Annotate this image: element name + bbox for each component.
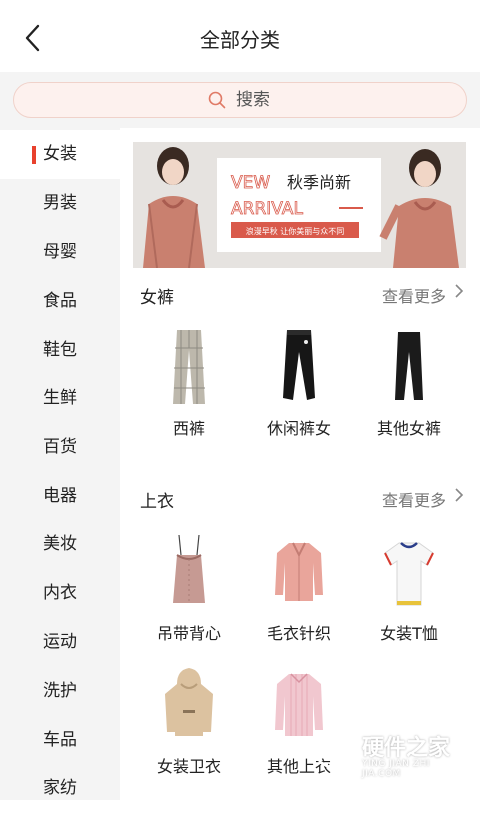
sidebar-item-label: 鞋包 bbox=[43, 340, 77, 360]
sidebar-item-label: 母婴 bbox=[43, 242, 77, 262]
search-bar-area: 搜索 bbox=[0, 72, 480, 128]
view-more-tops[interactable]: 查看更多 bbox=[382, 487, 446, 511]
sidebar-item-label: 家纺 bbox=[43, 778, 77, 798]
sidebar-item-label: 美妆 bbox=[43, 534, 77, 554]
category-sidebar: 女装 男装 母婴 食品 鞋包 生鲜 百货 电器 美妆 内衣 运动 洗护 车品 家… bbox=[0, 128, 120, 800]
category-hoodie[interactable]: 女装卫衣 bbox=[134, 666, 244, 786]
sidebar-item-shoes-bags[interactable]: 鞋包 bbox=[0, 326, 120, 375]
category-camisole[interactable]: 吊带背心 bbox=[134, 533, 244, 653]
banner-artwork: VEW 秋季尚新 ARRIVAL 浪漫早秋 让你美丽与众不同 bbox=[133, 142, 466, 268]
active-indicator bbox=[32, 146, 36, 164]
category-casual-pants[interactable]: 休闲裤女 bbox=[244, 328, 354, 448]
watermark-logo-icon bbox=[318, 730, 358, 774]
plaid-trousers-icon bbox=[173, 330, 205, 404]
sidebar-item-label: 男装 bbox=[43, 193, 77, 213]
black-joggers-icon bbox=[283, 330, 315, 400]
category-label: 其他女裤 bbox=[376, 419, 441, 438]
category-sweater[interactable]: 毛衣针织 bbox=[244, 533, 354, 653]
banner-tagline: 浪漫早秋 让你美丽与众不同 bbox=[246, 226, 345, 236]
sidebar-item-label: 电器 bbox=[43, 486, 77, 506]
watermark-url: YING JIAN ZHI JIA.COM bbox=[362, 759, 430, 779]
view-more-pants[interactable]: 查看更多 bbox=[382, 283, 446, 307]
page-title: 全部分类 bbox=[200, 28, 280, 52]
black-pants-icon bbox=[395, 332, 423, 400]
banner-subheadline: ARRIVAL bbox=[231, 199, 303, 219]
header: 全部分类 bbox=[0, 0, 480, 72]
sidebar-item-label: 女装 bbox=[43, 144, 77, 164]
sidebar-item-label: 洗护 bbox=[43, 681, 77, 701]
watermark-name: 硬件之家 bbox=[362, 736, 451, 761]
sidebar-item-care[interactable]: 洗护 bbox=[0, 667, 120, 716]
camisole-icon bbox=[173, 534, 205, 603]
category-label: 毛衣针织 bbox=[266, 624, 331, 643]
category-dress-pants[interactable]: 西裤 bbox=[134, 328, 244, 448]
sidebar-item-underwear[interactable]: 内衣 bbox=[0, 569, 120, 618]
category-other-pants[interactable]: 其他女裤 bbox=[354, 328, 464, 448]
sidebar-item-men[interactable]: 男装 bbox=[0, 179, 120, 228]
sidebar-item-beauty[interactable]: 美妆 bbox=[0, 520, 120, 569]
banner-headline-left: VEW bbox=[231, 173, 270, 193]
sidebar-item-label: 车品 bbox=[43, 730, 77, 750]
pink-cardigan-icon bbox=[275, 542, 323, 601]
search-input[interactable]: 搜索 bbox=[13, 82, 467, 118]
section-title-pants: 女裤 bbox=[140, 288, 174, 308]
category-label: 西裤 bbox=[172, 419, 205, 438]
category-tshirt[interactable]: 女装T恤 bbox=[354, 533, 464, 653]
white-tshirt-icon bbox=[384, 542, 434, 606]
sidebar-item-label: 生鲜 bbox=[43, 388, 77, 408]
chevron-right-icon[interactable] bbox=[453, 283, 465, 299]
promo-banner[interactable]: VEW 秋季尚新 ARRIVAL 浪漫早秋 让你美丽与众不同 bbox=[133, 142, 466, 268]
category-label: 吊带背心 bbox=[156, 624, 221, 643]
sidebar-item-label: 运动 bbox=[43, 632, 77, 652]
sidebar-item-fresh[interactable]: 生鲜 bbox=[0, 374, 120, 423]
category-label: 女装卫衣 bbox=[156, 757, 221, 776]
sidebar-item-sports[interactable]: 运动 bbox=[0, 618, 120, 667]
sidebar-item-car[interactable]: 车品 bbox=[0, 716, 120, 765]
sidebar-item-label: 百货 bbox=[43, 437, 77, 457]
hoodie-icon bbox=[165, 668, 213, 736]
banner-headline-right: 秋季尚新 bbox=[287, 173, 351, 192]
chevron-right-icon[interactable] bbox=[453, 487, 465, 503]
search-placeholder: 搜索 bbox=[236, 90, 270, 110]
watermark: 硬件之家 YING JIAN ZHI JIA.COM bbox=[318, 728, 468, 779]
section-title-tops: 上衣 bbox=[140, 492, 174, 512]
sidebar-item-general[interactable]: 百货 bbox=[0, 423, 120, 472]
sidebar-item-food[interactable]: 食品 bbox=[0, 277, 120, 326]
search-icon bbox=[208, 91, 226, 109]
category-label: 女装T恤 bbox=[380, 624, 438, 643]
sidebar-item-baby[interactable]: 母婴 bbox=[0, 228, 120, 277]
sidebar-item-textiles[interactable]: 家纺 bbox=[0, 764, 120, 813]
sidebar-item-label: 食品 bbox=[43, 291, 77, 311]
sidebar-item-appliances[interactable]: 电器 bbox=[0, 472, 120, 521]
category-label: 休闲裤女 bbox=[266, 419, 331, 438]
sidebar-item-label: 内衣 bbox=[43, 583, 77, 603]
sidebar-item-women[interactable]: 女装 bbox=[0, 130, 120, 179]
banner-card: VEW 秋季尚新 ARRIVAL 浪漫早秋 让你美丽与众不同 bbox=[217, 158, 381, 252]
